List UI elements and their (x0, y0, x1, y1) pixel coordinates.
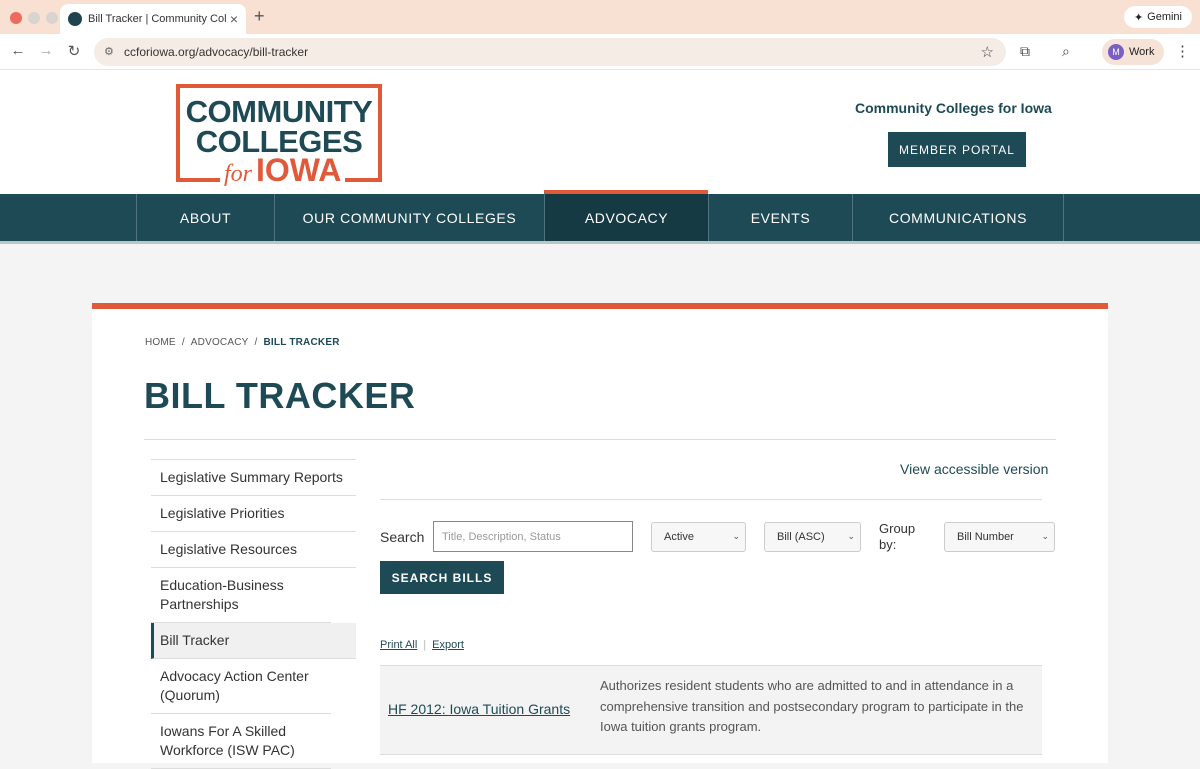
back-arrow-icon[interactable]: ← (8, 42, 28, 59)
bill-description: Authorizes resident students who are adm… (600, 678, 1024, 734)
content-card: HOME / ADVOCACY / BILL TRACKER BILL TRACKER … (92, 303, 1108, 769)
view-accessible-link[interactable]: View accessible version (900, 461, 1048, 477)
browser-toolbar: ← → ↻ ⚙ ccforiowa.org/advocacy/bill-trac… (0, 34, 1200, 70)
chevron-down-icon: ⌄ (1041, 531, 1049, 541)
print-all-link[interactable]: Print All (380, 639, 417, 651)
divider (144, 439, 1056, 440)
breadcrumb-home[interactable]: HOME (145, 337, 176, 348)
sparkle-icon: ✦ (1133, 11, 1144, 24)
sidebar-item-legislative-resources[interactable]: Legislative Resources (151, 532, 356, 568)
group-by-select[interactable]: Bill Number ⌄ (944, 522, 1055, 552)
gemini-button[interactable]: ✦ Gemini (1123, 6, 1192, 28)
browser-tab[interactable]: Bill Tracker | Community Colle × (60, 4, 246, 34)
tab-title: Bill Tracker | Community Colle (88, 13, 226, 25)
browser-tab-bar: Bill Tracker | Community Colle × + ✦ Gem… (0, 0, 1200, 34)
site-favicon-icon (68, 12, 82, 26)
group-by-select-value: Bill Number (957, 531, 1014, 543)
page-title: BILL TRACKER (144, 375, 416, 416)
bill-actions: Print All | Export (380, 639, 464, 651)
breadcrumb-separator: / (181, 337, 185, 348)
sidebar-item-legislative-summary-reports[interactable]: Legislative Summary Reports (151, 459, 356, 496)
menu-kebab-icon[interactable]: ⋮ (1175, 42, 1190, 60)
url-text: ccforiowa.org/advocacy/bill-tracker (124, 45, 309, 59)
close-tab-icon[interactable]: × (230, 11, 238, 27)
sidebar-item-advocacy-action-center[interactable]: Advocacy Action Center (Quorum) (151, 659, 331, 714)
profile-label: Work (1129, 46, 1155, 58)
profile-button[interactable]: M Work (1102, 39, 1164, 65)
avatar: M (1108, 44, 1124, 60)
sidebar-item-legislative-priorities[interactable]: Legislative Priorities (151, 496, 356, 532)
close-window-button[interactable] (10, 12, 22, 24)
search-bills-button[interactable]: SEARCH BILLS (380, 561, 504, 594)
chevron-down-icon: ⌄ (732, 531, 740, 541)
breadcrumb-separator: / (254, 337, 258, 348)
group-by-label: Group by: (879, 521, 916, 552)
nav-item-events[interactable]: EVENTS (708, 194, 852, 241)
sort-select-value: Bill (ASC) (777, 531, 825, 543)
bookmark-star-icon[interactable]: ☆ (981, 43, 994, 61)
tab-search-icon[interactable]: ⌕ (1062, 43, 1070, 60)
member-portal-button[interactable]: MEMBER PORTAL (888, 132, 1026, 167)
site-header: COMMUNITY COLLEGES for IOWA Community Col… (0, 70, 1200, 194)
minimize-window-button[interactable] (28, 12, 40, 24)
gemini-label: Gemini (1147, 11, 1182, 23)
breadcrumb: HOME / ADVOCACY / BILL TRACKER (145, 337, 340, 348)
status-select[interactable]: Active ⌄ (651, 522, 746, 552)
nav-item-advocacy[interactable]: ADVOCACY (544, 190, 708, 241)
logo-line-3: for IOWA (220, 152, 346, 189)
nav-item-communications[interactable]: COMMUNICATIONS (852, 194, 1064, 241)
address-bar[interactable]: ⚙ ccforiowa.org/advocacy/bill-tracker ☆ (94, 38, 1006, 66)
org-name: Community Colleges for Iowa (855, 100, 1052, 116)
bill-title-link[interactable]: HF 2012: Iowa Tuition Grants (388, 701, 570, 717)
nav-item-about[interactable]: ABOUT (136, 194, 274, 241)
site-logo[interactable]: COMMUNITY COLLEGES for IOWA (176, 84, 382, 189)
divider (380, 499, 1042, 500)
forward-arrow-icon[interactable]: → (36, 42, 56, 59)
main-nav: ABOUT OUR COMMUNITY COLLEGES ADVOCACY EV… (0, 190, 1200, 244)
search-input[interactable]: Title, Description, Status (433, 521, 633, 552)
logo-for: for (224, 161, 253, 187)
chevron-down-icon: ⌄ (847, 531, 855, 541)
reload-icon[interactable]: ↻ (64, 42, 84, 60)
logo-iowa: IOWA (256, 152, 342, 188)
breadcrumb-advocacy[interactable]: ADVOCACY (191, 337, 249, 348)
sort-select[interactable]: Bill (ASC) ⌄ (764, 522, 861, 552)
status-select-value: Active (664, 531, 694, 543)
sidebar-item-education-business-partnerships[interactable]: Education-Business Partnerships (151, 568, 331, 623)
export-link[interactable]: Export (432, 639, 464, 651)
new-tab-button[interactable]: + (254, 6, 265, 27)
sidebar-item-isw-pac[interactable]: Iowans For A Skilled Workforce (ISW PAC) (151, 714, 331, 769)
sidebar-item-bill-tracker[interactable]: Bill Tracker (151, 623, 356, 659)
breadcrumb-current: BILL TRACKER (263, 337, 340, 348)
separator: | (423, 639, 427, 651)
table-row: HF 2012: Iowa Tuition Grants Authorizes … (380, 665, 1042, 755)
maximize-window-button[interactable] (46, 12, 58, 24)
nav-item-our-community-colleges[interactable]: OUR COMMUNITY COLLEGES (274, 194, 544, 241)
extensions-icon[interactable]: ⧉ (1020, 43, 1030, 60)
sidebar-nav: Legislative Summary Reports Legislative … (151, 459, 356, 769)
site-settings-icon[interactable]: ⚙ (104, 45, 114, 58)
search-label: Search (380, 529, 425, 545)
